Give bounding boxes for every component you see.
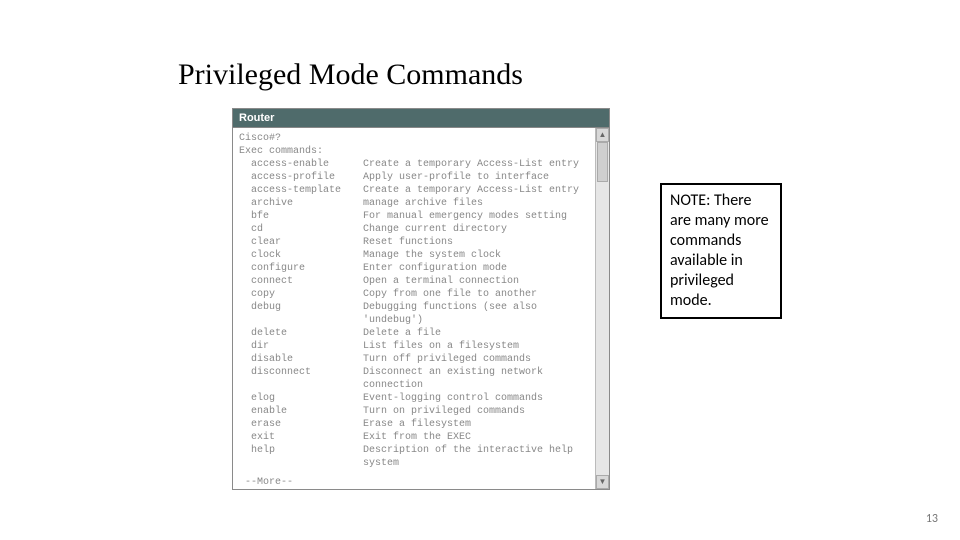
command-desc: Delete a file bbox=[363, 327, 589, 340]
command-name: disconnect bbox=[251, 366, 363, 392]
command-desc: Reset functions bbox=[363, 236, 589, 249]
command-name: elog bbox=[251, 392, 363, 405]
command-row: clearReset functions bbox=[239, 236, 589, 249]
command-row: access-profileApply user-profile to inte… bbox=[239, 171, 589, 184]
terminal-output: Cisco#? Exec commands: access-enableCrea… bbox=[233, 128, 595, 489]
terminal-prompt: Cisco#? bbox=[239, 132, 589, 145]
command-name: configure bbox=[251, 262, 363, 275]
terminal-header: Exec commands: bbox=[239, 145, 589, 158]
command-name: exit bbox=[251, 431, 363, 444]
command-row: deleteDelete a file bbox=[239, 327, 589, 340]
command-desc: Disconnect an existing network connectio… bbox=[363, 366, 589, 392]
command-name: debug bbox=[251, 301, 363, 327]
command-row: connectOpen a terminal connection bbox=[239, 275, 589, 288]
terminal-more: --More-- bbox=[239, 476, 589, 489]
command-desc: Change current directory bbox=[363, 223, 589, 236]
command-desc: Open a terminal connection bbox=[363, 275, 589, 288]
command-name: archive bbox=[251, 197, 363, 210]
command-row: disableTurn off privileged commands bbox=[239, 353, 589, 366]
command-desc: Event-logging control commands bbox=[363, 392, 589, 405]
command-name: access-template bbox=[251, 184, 363, 197]
command-row: exitExit from the EXEC bbox=[239, 431, 589, 444]
command-row: eraseErase a filesystem bbox=[239, 418, 589, 431]
command-row: bfeFor manual emergency modes setting bbox=[239, 210, 589, 223]
command-row: copyCopy from one file to another bbox=[239, 288, 589, 301]
router-titlebar: Router bbox=[233, 109, 609, 128]
router-window: Router Cisco#? Exec commands: access-ena… bbox=[232, 108, 610, 490]
command-row: elogEvent-logging control commands bbox=[239, 392, 589, 405]
command-desc: Debugging functions (see also 'undebug') bbox=[363, 301, 589, 327]
command-name: delete bbox=[251, 327, 363, 340]
command-name: bfe bbox=[251, 210, 363, 223]
note-box: NOTE: There are many more commands avail… bbox=[660, 183, 782, 319]
scroll-up-button[interactable]: ▲ bbox=[596, 128, 609, 142]
command-row: access-templateCreate a temporary Access… bbox=[239, 184, 589, 197]
command-desc: List files on a filesystem bbox=[363, 340, 589, 353]
command-row: debugDebugging functions (see also 'unde… bbox=[239, 301, 589, 327]
command-name: clock bbox=[251, 249, 363, 262]
command-name: cd bbox=[251, 223, 363, 236]
command-name: dir bbox=[251, 340, 363, 353]
command-desc: Exit from the EXEC bbox=[363, 431, 589, 444]
router-body: Cisco#? Exec commands: access-enableCrea… bbox=[233, 128, 609, 489]
command-desc: Apply user-profile to interface bbox=[363, 171, 589, 184]
command-name: access-enable bbox=[251, 158, 363, 171]
command-desc: Manage the system clock bbox=[363, 249, 589, 262]
command-name: help bbox=[251, 444, 363, 470]
command-name: access-profile bbox=[251, 171, 363, 184]
command-row: access-enableCreate a temporary Access-L… bbox=[239, 158, 589, 171]
command-desc: Turn off privileged commands bbox=[363, 353, 589, 366]
command-name: connect bbox=[251, 275, 363, 288]
slide-title: Privileged Mode Commands bbox=[178, 58, 523, 92]
scrollbar[interactable]: ▲ ▼ bbox=[595, 128, 609, 489]
command-name: copy bbox=[251, 288, 363, 301]
command-desc: Enter configuration mode bbox=[363, 262, 589, 275]
command-desc: Create a temporary Access-List entry bbox=[363, 184, 589, 197]
command-row: enableTurn on privileged commands bbox=[239, 405, 589, 418]
command-name: erase bbox=[251, 418, 363, 431]
command-row: dirList files on a filesystem bbox=[239, 340, 589, 353]
command-row: helpDescription of the interactive help … bbox=[239, 444, 589, 470]
command-row: cdChange current directory bbox=[239, 223, 589, 236]
command-desc: Description of the interactive help syst… bbox=[363, 444, 589, 470]
command-row: clockManage the system clock bbox=[239, 249, 589, 262]
command-desc: manage archive files bbox=[363, 197, 589, 210]
command-name: disable bbox=[251, 353, 363, 366]
command-name: enable bbox=[251, 405, 363, 418]
command-desc: Create a temporary Access-List entry bbox=[363, 158, 589, 171]
command-row: archivemanage archive files bbox=[239, 197, 589, 210]
command-name: clear bbox=[251, 236, 363, 249]
scroll-down-button[interactable]: ▼ bbox=[596, 475, 609, 489]
command-desc: For manual emergency modes setting bbox=[363, 210, 589, 223]
command-desc: Turn on privileged commands bbox=[363, 405, 589, 418]
scroll-thumb[interactable] bbox=[597, 142, 608, 182]
command-desc: Copy from one file to another bbox=[363, 288, 589, 301]
command-row: configureEnter configuration mode bbox=[239, 262, 589, 275]
command-row: disconnectDisconnect an existing network… bbox=[239, 366, 589, 392]
page-number: 13 bbox=[926, 512, 938, 526]
command-desc: Erase a filesystem bbox=[363, 418, 589, 431]
